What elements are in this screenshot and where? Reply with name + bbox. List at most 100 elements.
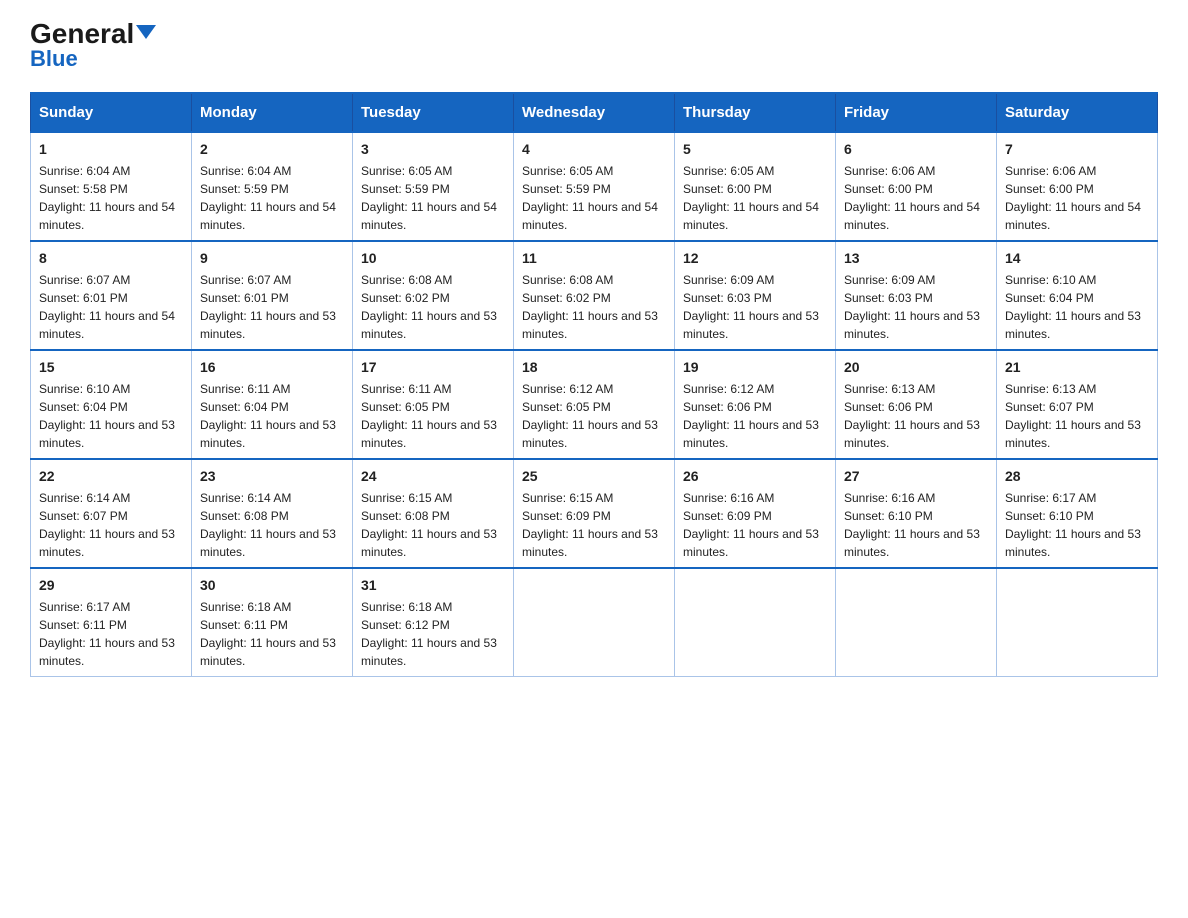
calendar-week-row: 8 Sunrise: 6:07 AMSunset: 6:01 PMDaylight…: [31, 241, 1158, 350]
day-info: Sunrise: 6:06 AMSunset: 6:00 PMDaylight:…: [1005, 164, 1141, 232]
day-info: Sunrise: 6:09 AMSunset: 6:03 PMDaylight:…: [844, 273, 980, 341]
day-info: Sunrise: 6:08 AMSunset: 6:02 PMDaylight:…: [361, 273, 497, 341]
day-info: Sunrise: 6:18 AMSunset: 6:11 PMDaylight:…: [200, 600, 336, 668]
calendar-cell: 12Sunrise: 6:09 AMSunset: 6:03 PMDayligh…: [675, 241, 836, 350]
col-header-thursday: Thursday: [675, 93, 836, 132]
day-number: 7: [1005, 139, 1149, 160]
day-info: Sunrise: 6:10 AMSunset: 6:04 PMDaylight:…: [1005, 273, 1141, 341]
calendar-week-row: 1Sunrise: 6:04 AMSunset: 5:58 PMDaylight…: [31, 132, 1158, 241]
day-number: 29: [39, 575, 183, 596]
day-info: Sunrise: 6:08 AMSunset: 6:02 PMDaylight:…: [522, 273, 658, 341]
day-info: Sunrise: 6:16 AMSunset: 6:10 PMDaylight:…: [844, 491, 980, 559]
calendar-cell: 2Sunrise: 6:04 AMSunset: 5:59 PMDaylight…: [192, 132, 353, 241]
calendar-cell: [836, 568, 997, 677]
day-number: 25: [522, 466, 666, 487]
day-number: 18: [522, 357, 666, 378]
day-info: Sunrise: 6:14 AMSunset: 6:07 PMDaylight:…: [39, 491, 175, 559]
day-number: 27: [844, 466, 988, 487]
day-number: 20: [844, 357, 988, 378]
day-number: 14: [1005, 248, 1149, 269]
calendar-cell: 4 Sunrise: 6:05 AMSunset: 5:59 PMDaylight…: [514, 132, 675, 241]
calendar-cell: 22 Sunrise: 6:14 AMSunset: 6:07 PMDayligh…: [31, 459, 192, 568]
calendar-cell: 20 Sunrise: 6:13 AMSunset: 6:06 PMDayligh…: [836, 350, 997, 459]
calendar-week-row: 15 Sunrise: 6:10 AMSunset: 6:04 PMDayligh…: [31, 350, 1158, 459]
calendar-cell: 11 Sunrise: 6:08 AMSunset: 6:02 PMDayligh…: [514, 241, 675, 350]
logo-general-text: General: [30, 20, 156, 48]
calendar-cell: [514, 568, 675, 677]
day-number: 11: [522, 248, 666, 269]
calendar-cell: 28 Sunrise: 6:17 AMSunset: 6:10 PMDayligh…: [997, 459, 1158, 568]
day-info: Sunrise: 6:13 AMSunset: 6:06 PMDaylight:…: [844, 382, 980, 450]
calendar-cell: 16Sunrise: 6:11 AMSunset: 6:04 PMDayligh…: [192, 350, 353, 459]
day-number: 10: [361, 248, 505, 269]
day-info: Sunrise: 6:04 AMSunset: 5:58 PMDaylight:…: [39, 164, 175, 232]
calendar-cell: 1Sunrise: 6:04 AMSunset: 5:58 PMDaylight…: [31, 132, 192, 241]
calendar-cell: 30 Sunrise: 6:18 AMSunset: 6:11 PMDayligh…: [192, 568, 353, 677]
col-header-sunday: Sunday: [31, 93, 192, 132]
day-info: Sunrise: 6:13 AMSunset: 6:07 PMDaylight:…: [1005, 382, 1141, 450]
calendar-cell: 26 Sunrise: 6:16 AMSunset: 6:09 PMDayligh…: [675, 459, 836, 568]
day-info: Sunrise: 6:05 AMSunset: 5:59 PMDaylight:…: [522, 164, 658, 232]
day-info: Sunrise: 6:15 AMSunset: 6:08 PMDaylight:…: [361, 491, 497, 559]
day-number: 12: [683, 248, 827, 269]
calendar-cell: 3 Sunrise: 6:05 AMSunset: 5:59 PMDaylight…: [353, 132, 514, 241]
col-header-tuesday: Tuesday: [353, 93, 514, 132]
day-info: Sunrise: 6:07 AMSunset: 6:01 PMDaylight:…: [200, 273, 336, 341]
page-header: General Blue: [30, 20, 1158, 72]
calendar-cell: 10 Sunrise: 6:08 AMSunset: 6:02 PMDayligh…: [353, 241, 514, 350]
day-number: 22: [39, 466, 183, 487]
day-info: Sunrise: 6:12 AMSunset: 6:05 PMDaylight:…: [522, 382, 658, 450]
calendar-table: SundayMondayTuesdayWednesdayThursdayFrid…: [30, 92, 1158, 677]
calendar-cell: 29 Sunrise: 6:17 AMSunset: 6:11 PMDayligh…: [31, 568, 192, 677]
day-info: Sunrise: 6:18 AMSunset: 6:12 PMDaylight:…: [361, 600, 497, 668]
day-number: 28: [1005, 466, 1149, 487]
day-info: Sunrise: 6:17 AMSunset: 6:11 PMDaylight:…: [39, 600, 175, 668]
day-number: 19: [683, 357, 827, 378]
logo: General Blue: [30, 20, 156, 72]
day-number: 4: [522, 139, 666, 160]
day-info: Sunrise: 6:16 AMSunset: 6:09 PMDaylight:…: [683, 491, 819, 559]
day-number: 21: [1005, 357, 1149, 378]
day-info: Sunrise: 6:15 AMSunset: 6:09 PMDaylight:…: [522, 491, 658, 559]
day-number: 23: [200, 466, 344, 487]
day-number: 30: [200, 575, 344, 596]
day-number: 13: [844, 248, 988, 269]
day-number: 31: [361, 575, 505, 596]
day-number: 8: [39, 248, 183, 269]
calendar-cell: [675, 568, 836, 677]
day-number: 3: [361, 139, 505, 160]
day-info: Sunrise: 6:10 AMSunset: 6:04 PMDaylight:…: [39, 382, 175, 450]
calendar-cell: 9Sunrise: 6:07 AMSunset: 6:01 PMDaylight…: [192, 241, 353, 350]
calendar-cell: 19Sunrise: 6:12 AMSunset: 6:06 PMDayligh…: [675, 350, 836, 459]
day-info: Sunrise: 6:05 AMSunset: 5:59 PMDaylight:…: [361, 164, 497, 232]
logo-triangle-icon: [136, 25, 156, 39]
col-header-saturday: Saturday: [997, 93, 1158, 132]
day-info: Sunrise: 6:06 AMSunset: 6:00 PMDaylight:…: [844, 164, 980, 232]
day-number: 2: [200, 139, 344, 160]
calendar-week-row: 22 Sunrise: 6:14 AMSunset: 6:07 PMDayligh…: [31, 459, 1158, 568]
calendar-cell: 7 Sunrise: 6:06 AMSunset: 6:00 PMDaylight…: [997, 132, 1158, 241]
day-number: 17: [361, 357, 505, 378]
day-number: 24: [361, 466, 505, 487]
calendar-week-row: 29 Sunrise: 6:17 AMSunset: 6:11 PMDayligh…: [31, 568, 1158, 677]
col-header-friday: Friday: [836, 93, 997, 132]
col-header-monday: Monday: [192, 93, 353, 132]
day-info: Sunrise: 6:11 AMSunset: 6:05 PMDaylight:…: [361, 382, 497, 450]
calendar-cell: 13 Sunrise: 6:09 AMSunset: 6:03 PMDayligh…: [836, 241, 997, 350]
day-info: Sunrise: 6:05 AMSunset: 6:00 PMDaylight:…: [683, 164, 819, 232]
day-number: 26: [683, 466, 827, 487]
day-number: 16: [200, 357, 344, 378]
calendar-cell: 8Sunrise: 6:07 AMSunset: 6:01 PMDaylight…: [31, 241, 192, 350]
calendar-cell: [997, 568, 1158, 677]
calendar-cell: 21 Sunrise: 6:13 AMSunset: 6:07 PMDayligh…: [997, 350, 1158, 459]
calendar-cell: 24 Sunrise: 6:15 AMSunset: 6:08 PMDayligh…: [353, 459, 514, 568]
day-number: 15: [39, 357, 183, 378]
logo-blue-text: Blue: [30, 46, 78, 72]
day-number: 6: [844, 139, 988, 160]
day-info: Sunrise: 6:14 AMSunset: 6:08 PMDaylight:…: [200, 491, 336, 559]
calendar-cell: 23 Sunrise: 6:14 AMSunset: 6:08 PMDayligh…: [192, 459, 353, 568]
calendar-cell: 25 Sunrise: 6:15 AMSunset: 6:09 PMDayligh…: [514, 459, 675, 568]
calendar-cell: 17 Sunrise: 6:11 AMSunset: 6:05 PMDayligh…: [353, 350, 514, 459]
day-number: 5: [683, 139, 827, 160]
day-info: Sunrise: 6:17 AMSunset: 6:10 PMDaylight:…: [1005, 491, 1141, 559]
